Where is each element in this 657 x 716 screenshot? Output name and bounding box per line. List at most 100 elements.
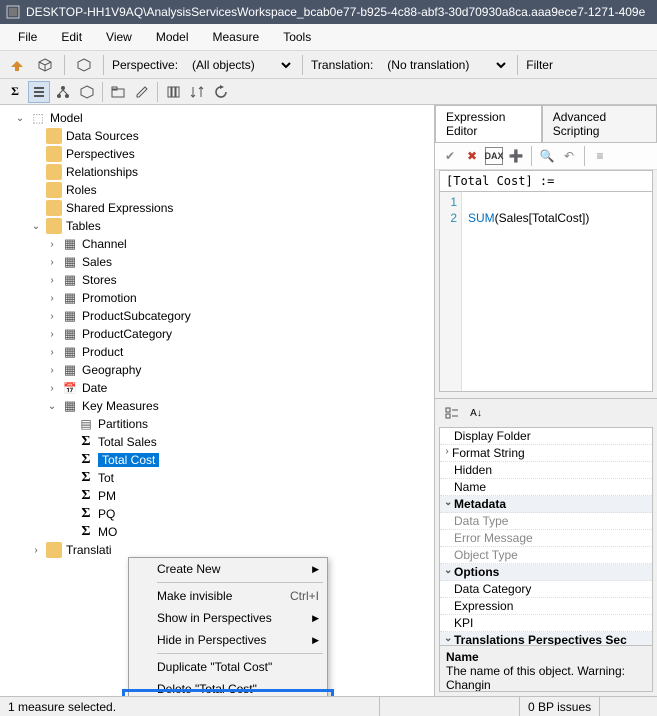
tree-folder-roles[interactable]: Roles (0, 181, 434, 199)
cube2-icon[interactable] (73, 54, 95, 76)
prop-kpi[interactable]: KPI (440, 615, 652, 632)
editor-tabs: Expression Editor Advanced Scripting (435, 105, 657, 143)
submenu-arrow-icon: ▶ (312, 613, 319, 624)
tree-table-product[interactable]: ›Product (0, 343, 434, 361)
hierarchy-view-icon[interactable] (52, 81, 74, 103)
tree-table-sales[interactable]: ›Sales (0, 253, 434, 271)
expression-editor[interactable]: 1 2 SUM(Sales[TotalCost]) (439, 192, 653, 392)
cm-make-invisible[interactable]: Make invisibleCtrl+I (129, 585, 327, 607)
refresh-icon[interactable] (210, 81, 232, 103)
dax-format-icon[interactable]: DAX (485, 147, 503, 165)
folder-icon (46, 164, 62, 180)
prop-name[interactable]: Name (440, 479, 652, 496)
separator (157, 82, 158, 102)
prop-hidden[interactable]: Hidden (440, 462, 652, 479)
tree-table-productcat[interactable]: ›ProductCategory (0, 325, 434, 343)
prop-expression[interactable]: Expression (440, 598, 652, 615)
tree-table-geography[interactable]: ›Geography (0, 361, 434, 379)
table-icon (62, 236, 78, 252)
prop-display-folder[interactable]: Display Folder (440, 428, 652, 445)
perspective-dropdown[interactable]: (All objects) (184, 55, 294, 75)
menu-measure[interactable]: Measure (203, 28, 270, 46)
cm-show-perspectives[interactable]: Show in Perspectives▶ (129, 607, 327, 629)
prop-format-string[interactable]: ›Format String (440, 445, 652, 462)
menu-file[interactable]: File (8, 28, 47, 46)
status-selection: 1 measure selected. (0, 697, 380, 716)
search-icon[interactable]: 🔍 (538, 147, 556, 165)
tree-tables[interactable]: ⌄Tables (0, 217, 434, 235)
tab-expression-editor[interactable]: Expression Editor (435, 105, 542, 142)
menu-view[interactable]: View (96, 28, 142, 46)
menu-edit[interactable]: Edit (51, 28, 92, 46)
tree-folder-relationships[interactable]: Relationships (0, 163, 434, 181)
tree-measure-totalcost[interactable]: Total Cost (0, 451, 434, 469)
categorized-icon[interactable] (441, 402, 463, 424)
cube3-icon[interactable] (76, 81, 98, 103)
tree-partitions[interactable]: Partitions (0, 415, 434, 433)
separator (103, 55, 104, 75)
insert-icon[interactable]: ➕ (507, 147, 525, 165)
prop-group-metadata[interactable]: Metadata (440, 496, 652, 513)
prop-data-type[interactable]: Data Type (440, 513, 652, 530)
tree-folder-datasources[interactable]: Data Sources (0, 127, 434, 145)
table-icon (62, 362, 78, 378)
translation-dropdown[interactable]: (No translation) (379, 55, 509, 75)
tree-model[interactable]: ⌄Model (0, 109, 434, 127)
measure-icon (78, 506, 94, 522)
tree-table-promotion[interactable]: ›Promotion (0, 289, 434, 307)
code-area[interactable]: SUM(Sales[TotalCost]) (462, 192, 595, 391)
cancel-icon[interactable]: ✖ (463, 147, 481, 165)
prop-group-options[interactable]: Options (440, 564, 652, 581)
prop-error-message[interactable]: Error Message (440, 530, 652, 547)
prop-data-category[interactable]: Data Category (440, 581, 652, 598)
tree-table-channel[interactable]: ›Channel (0, 235, 434, 253)
cm-duplicate[interactable]: Duplicate "Total Cost" (129, 656, 327, 678)
cm-hide-perspectives[interactable]: Hide in Perspectives▶ (129, 629, 327, 651)
tree-measure-mo[interactable]: MO (0, 523, 434, 541)
model-icon (30, 110, 46, 126)
main-toolbar: Perspective: (All objects) Translation: … (0, 51, 657, 79)
cm-create-new[interactable]: Create New▶ (129, 558, 327, 580)
tree-table-keymeasures[interactable]: ⌄Key Measures (0, 397, 434, 415)
tree-measure-tot[interactable]: Tot (0, 469, 434, 487)
tree-measure-totalsales[interactable]: Total Sales (0, 433, 434, 451)
folder-icon (46, 182, 62, 198)
sigma-view-icon[interactable]: Σ (4, 81, 26, 103)
list-view-icon[interactable] (28, 81, 50, 103)
menu-model[interactable]: Model (146, 28, 199, 46)
tree-measure-pq[interactable]: PQ (0, 505, 434, 523)
prop-group-translations[interactable]: Translations Perspectives Sec (440, 632, 652, 646)
accept-icon[interactable]: ✔ (441, 147, 459, 165)
submenu-arrow-icon: ▶ (312, 564, 319, 575)
tab-advanced-scripting[interactable]: Advanced Scripting (542, 105, 657, 142)
separator (531, 146, 532, 166)
columns-icon[interactable] (162, 81, 184, 103)
comment-icon[interactable]: ≡ (591, 147, 609, 165)
property-grid[interactable]: Display Folder ›Format String Hidden Nam… (439, 427, 653, 646)
edit-icon[interactable] (131, 81, 153, 103)
measure-icon (78, 488, 94, 504)
gutter: 1 2 (440, 192, 462, 391)
tree-folder-sharedexpr[interactable]: Shared Expressions (0, 199, 434, 217)
tree-table-productsubcat[interactable]: ›ProductSubcategory (0, 307, 434, 325)
separator (302, 55, 303, 75)
tree-table-stores[interactable]: ›Stores (0, 271, 434, 289)
sort-icon[interactable] (186, 81, 208, 103)
tree-measure-pm[interactable]: PM (0, 487, 434, 505)
folder-icon (46, 128, 62, 144)
measure-icon (78, 524, 94, 540)
folder-icon (46, 218, 62, 234)
prop-object-type[interactable]: Object Type (440, 547, 652, 564)
menu-tools[interactable]: Tools (273, 28, 321, 46)
right-pane: Expression Editor Advanced Scripting ✔ ✖… (435, 105, 657, 696)
submenu-arrow-icon: ▶ (312, 635, 319, 646)
tree-table-date[interactable]: ›Date (0, 379, 434, 397)
folder-nav-icon[interactable] (107, 81, 129, 103)
cube-icon[interactable] (34, 54, 56, 76)
separator (584, 146, 585, 166)
deploy-icon[interactable] (6, 54, 28, 76)
tree-folder-perspectives[interactable]: Perspectives (0, 145, 434, 163)
cm-delete[interactable]: Delete "Total Cost" (129, 678, 327, 696)
undo-icon[interactable]: ↶ (560, 147, 578, 165)
alphabetical-icon[interactable]: A↓ (465, 402, 487, 424)
